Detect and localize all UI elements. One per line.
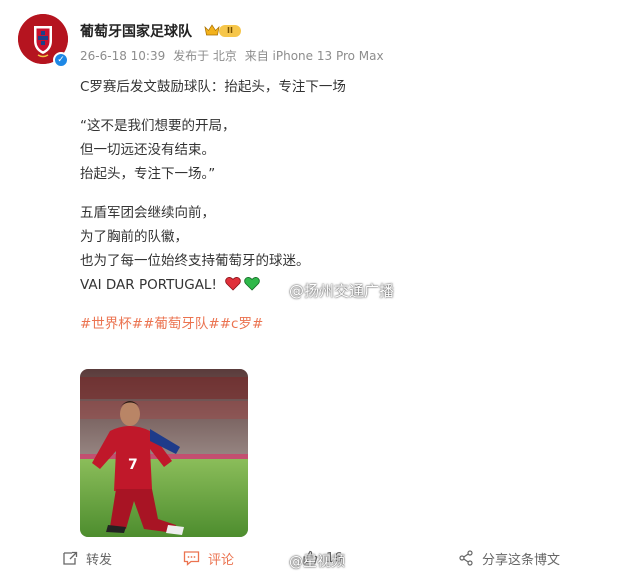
- player-photo-illustration: 7: [80, 369, 248, 537]
- post-location: 发布于 北京: [173, 49, 237, 63]
- weibo-logo-icon: [268, 557, 284, 569]
- post-headline: C罗赛后发文鼓励球队：抬起头，专注下一场: [80, 79, 346, 95]
- post-photo[interactable]: 7: [80, 369, 248, 537]
- body-line-2: 为了胸前的队徽，: [80, 229, 188, 245]
- bottom-watermark-text: @星视频: [289, 554, 345, 570]
- crown-icon: [204, 24, 220, 36]
- author-name[interactable]: 葡萄牙国家足球队: [80, 21, 192, 41]
- body-line-1: 五盾军团会继续向前，: [80, 205, 215, 221]
- vip-level-badge: II: [219, 25, 241, 37]
- comment-icon: [183, 551, 200, 566]
- share-icon: [459, 550, 473, 566]
- red-heart-icon: [225, 277, 241, 291]
- post-source: 来自 iPhone 13 Pro Max: [244, 49, 384, 63]
- repost-button[interactable]: 转发: [62, 543, 112, 573]
- post-time[interactable]: 26-6-18 10:39: [80, 49, 165, 63]
- share-button[interactable]: 分享这条博文: [458, 543, 560, 573]
- quote-line-3: 抬起头，专注下一场。”: [80, 166, 216, 182]
- green-heart-icon: [244, 277, 260, 291]
- image-watermark-text: @扬州交通广播: [289, 282, 395, 300]
- quote-line-1: “这不是我们想要的开局，: [80, 118, 236, 134]
- closing-text: VAI DAR PORTUGAL!: [80, 277, 217, 293]
- verified-icon: ✓: [53, 52, 69, 68]
- comment-button[interactable]: 评论: [183, 543, 234, 573]
- hashtag-links[interactable]: #世界杯##葡萄牙队##c罗#: [80, 312, 600, 336]
- repost-label: 转发: [86, 552, 113, 568]
- body-line-3: 也为了每一位始终支持葡萄牙的球迷。: [80, 253, 310, 269]
- weibo-logo-icon: [268, 286, 284, 299]
- comment-label: 评论: [208, 552, 235, 568]
- svg-text:7: 7: [128, 457, 138, 473]
- image-watermark: @扬州交通广播: [268, 280, 394, 301]
- quote-line-2: 但一切远还没有结束。: [80, 142, 215, 158]
- weibo-post-card: ✓ 葡萄牙国家足球队 II 26-6-18 10:39 发布于 北京 来自 iP…: [0, 0, 639, 578]
- share-label: 分享这条博文: [482, 552, 561, 568]
- post-meta: 26-6-18 10:39 发布于 北京 来自 iPhone 13 Pro Ma…: [80, 47, 388, 64]
- repost-icon: [63, 551, 78, 565]
- bottom-watermark: @星视频: [268, 551, 345, 571]
